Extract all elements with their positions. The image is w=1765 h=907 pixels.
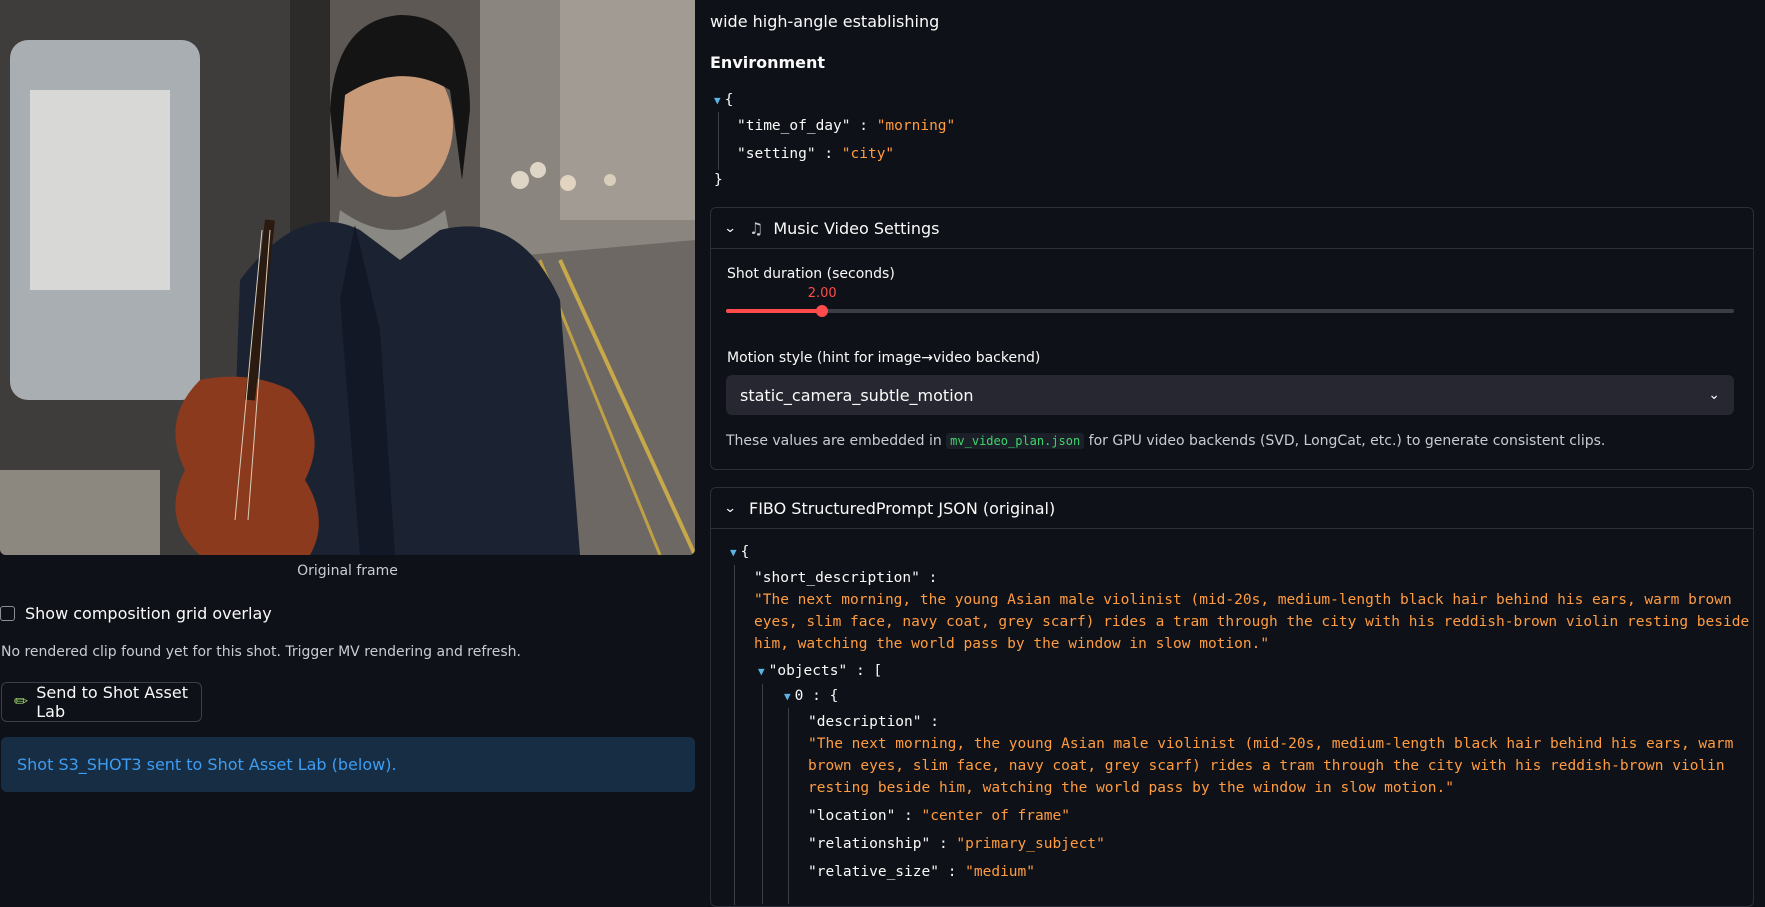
short-description-line: eyes, slim face, navy coat, grey scarf) … xyxy=(754,614,1750,630)
image-caption: Original frame xyxy=(297,563,398,579)
send-button-label: Send to Shot Asset Lab xyxy=(36,683,188,721)
fibo-json-header[interactable]: ⌄ FIBO StructuredPrompt JSON (original) xyxy=(711,488,1753,528)
motion-style-select[interactable]: static_camera_subtle_motion ⌄ xyxy=(726,375,1734,415)
description-line: resting beside him, watching the world p… xyxy=(808,780,1455,796)
json-indent-guide xyxy=(734,565,735,905)
description-line: brown eyes, slim face, navy coat, grey s… xyxy=(808,758,1725,774)
json-row-location: "location" : "center of frame" xyxy=(808,808,1070,824)
json-indent-guide xyxy=(788,708,789,904)
grid-overlay-label: Show composition grid overlay xyxy=(25,604,272,623)
json-row-time-of-day: "time_of_day" : "morning" xyxy=(737,118,956,134)
chevron-down-icon: ⌄ xyxy=(723,220,737,236)
music-video-settings-header[interactable]: ⌄ ♫ Music Video Settings xyxy=(711,208,1753,248)
video-plan-hint: These values are embedded in mv_video_pl… xyxy=(726,433,1606,449)
json-row-description: "description" : xyxy=(808,714,939,730)
right-column: wide high-angle establishing Environment… xyxy=(710,0,1755,907)
grid-overlay-checkbox-box[interactable] xyxy=(0,606,15,621)
shot-duration-label: Shot duration (seconds) xyxy=(727,266,895,282)
expander-divider xyxy=(711,248,1753,249)
music-video-settings-title: Music Video Settings xyxy=(773,218,940,238)
json-indent-guide xyxy=(762,684,763,904)
original-frame-image xyxy=(0,0,695,555)
grid-overlay-checkbox[interactable]: Show composition grid overlay xyxy=(0,604,272,623)
shot-type-text: wide high-angle establishing xyxy=(710,12,940,31)
json-row-objects: ▼ "objects" : [ xyxy=(758,663,883,679)
chevron-down-icon: ⌄ xyxy=(723,500,737,516)
collapse-triangle-icon[interactable]: ▼ xyxy=(784,690,791,703)
shot-duration-value: 2.00 xyxy=(807,286,837,301)
alert-message: Shot S3_SHOT3 sent to Shot Asset Lab (be… xyxy=(17,755,397,774)
send-to-shot-asset-lab-button[interactable]: ✏ Send to Shot Asset Lab xyxy=(1,682,202,722)
description-line: "The next morning, the young Asian male … xyxy=(808,736,1734,752)
json-row-setting: "setting" : "city" xyxy=(737,146,895,162)
json-row-relationship: "relationship" : "primary_subject" xyxy=(808,836,1105,852)
short-description-line: "The next morning, the young Asian male … xyxy=(754,592,1732,608)
motion-style-label: Motion style (hint for image→video backe… xyxy=(727,350,1041,366)
environment-heading: Environment xyxy=(710,53,826,72)
json-indent-guide xyxy=(718,112,719,170)
left-column: Original frame Show composition grid ove… xyxy=(0,0,696,898)
expander-divider xyxy=(711,528,1753,529)
short-description-line: him, watching the world pass by the wind… xyxy=(754,636,1270,652)
shot-duration-slider-fill xyxy=(726,309,822,313)
music-video-settings-expander: ⌄ ♫ Music Video Settings xyxy=(710,207,1754,470)
shot-duration-slider-thumb[interactable] xyxy=(815,305,828,317)
chevron-down-icon: ⌄ xyxy=(1708,387,1720,403)
success-alert: Shot S3_SHOT3 sent to Shot Asset Lab (be… xyxy=(1,737,695,792)
collapse-triangle-icon[interactable]: ▼ xyxy=(758,665,765,678)
shot-duration-slider-track[interactable] xyxy=(726,309,1734,313)
json-row-object-0: ▼ 0 : { xyxy=(784,688,839,704)
no-clip-message: No rendered clip found yet for this shot… xyxy=(1,644,521,660)
pencil-icon: ✏ xyxy=(14,692,29,712)
fibo-json-title: FIBO StructuredPrompt JSON (original) xyxy=(749,498,1056,518)
json-row-short-description: "short_description" : xyxy=(754,570,938,586)
collapse-triangle-icon[interactable]: ▼ xyxy=(730,546,737,559)
json-close-brace: } xyxy=(714,172,723,188)
music-note-icon: ♫ xyxy=(749,218,764,238)
motion-style-value: static_camera_subtle_motion xyxy=(740,385,974,405)
collapse-triangle-icon[interactable]: ▼ xyxy=(714,94,721,107)
video-plan-filename: mv_video_plan.json xyxy=(946,433,1085,449)
json-row-relative-size: "relative_size" : "medium" xyxy=(808,864,1035,880)
